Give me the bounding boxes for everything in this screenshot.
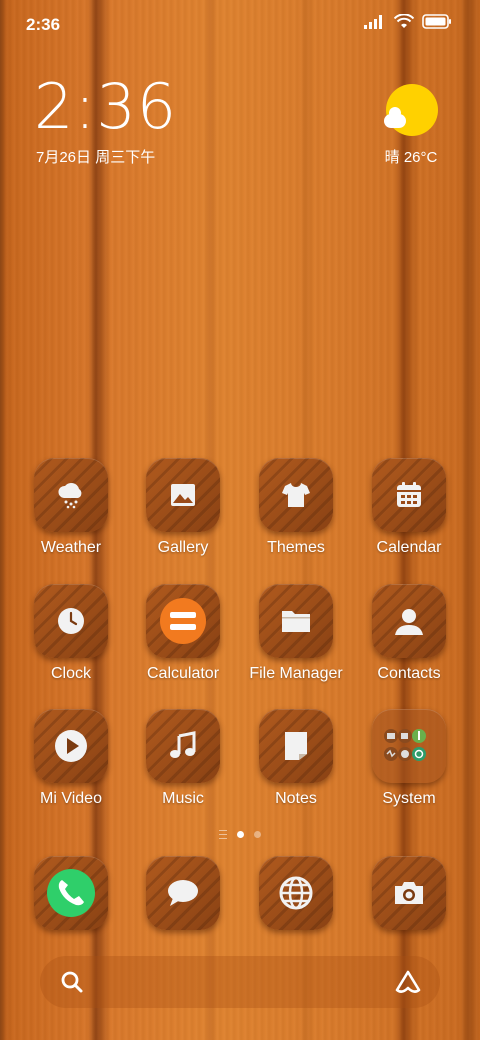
clock-widget-date: 7月26日 周三下午 [36,149,156,166]
gallery-icon [146,458,220,532]
app-calendar[interactable]: Calendar [354,458,464,557]
status-time: 2:36 [26,15,61,34]
calendar-icon [372,458,446,532]
browser-icon [259,856,333,930]
contacts-icon [372,584,446,658]
app-label: System [382,790,436,807]
search-icon[interactable] [60,970,84,994]
phone-icon [34,856,108,930]
page-dot [254,831,261,838]
weather-widget[interactable]: 晴 26°C [376,84,446,167]
app-themes[interactable]: Themes [241,458,351,557]
page-dot-active [237,831,244,838]
search-bar[interactable] [40,956,440,1008]
themes-icon [259,458,333,532]
status-icons [364,14,452,29]
wifi-icon [394,14,414,28]
page-indicator[interactable] [0,830,480,839]
app-file-manager[interactable]: File Manager [241,584,351,683]
app-label: Calendar [376,539,442,556]
app-label: Mi Video [40,790,102,807]
weather-icon [34,458,108,532]
app-music[interactable]: Music [128,709,238,808]
app-label: Clock [50,665,91,682]
app-folder-system[interactable]: System [354,709,464,808]
messages-icon [146,856,220,930]
dock-browser[interactable] [241,856,351,930]
music-icon [146,709,220,783]
dock-camera[interactable] [354,856,464,930]
app-label: Notes [275,790,317,807]
app-label: File Manager [249,665,343,682]
app-contacts[interactable]: Contacts [354,584,464,683]
folder-system-icon [372,709,446,783]
app-notes[interactable]: Notes [241,709,351,808]
battery-icon [422,14,451,29]
notes-icon [259,709,333,783]
app-clock[interactable]: Clock [16,584,126,683]
app-label: Music [162,790,204,807]
app-label: Weather [40,539,102,556]
calculator-icon [146,584,220,658]
play-icon [34,709,108,783]
clock-widget-time[interactable]: 2:36 [34,76,177,138]
folder-icon [259,584,333,658]
app-label: Themes [267,539,325,556]
app-label: Gallery [157,539,209,556]
page-list-icon [219,830,227,839]
signal-icon [364,14,382,29]
app-gallery[interactable]: Gallery [128,458,238,557]
dock-messages[interactable] [128,856,238,930]
status-bar: 2:36 [0,0,480,50]
app-calculator[interactable]: Calculator [128,584,238,683]
app-weather[interactable]: Weather [16,458,126,557]
clock-icon [34,584,108,658]
app-label: Calculator [146,665,220,682]
camera-icon [372,856,446,930]
sunny-cloud-icon [384,84,438,136]
weather-widget-text: 晴 26°C [384,149,438,166]
assistant-icon[interactable] [394,969,422,995]
dock-phone[interactable] [16,856,126,930]
app-mi-video[interactable]: Mi Video [16,709,126,808]
app-label: Contacts [377,665,441,682]
